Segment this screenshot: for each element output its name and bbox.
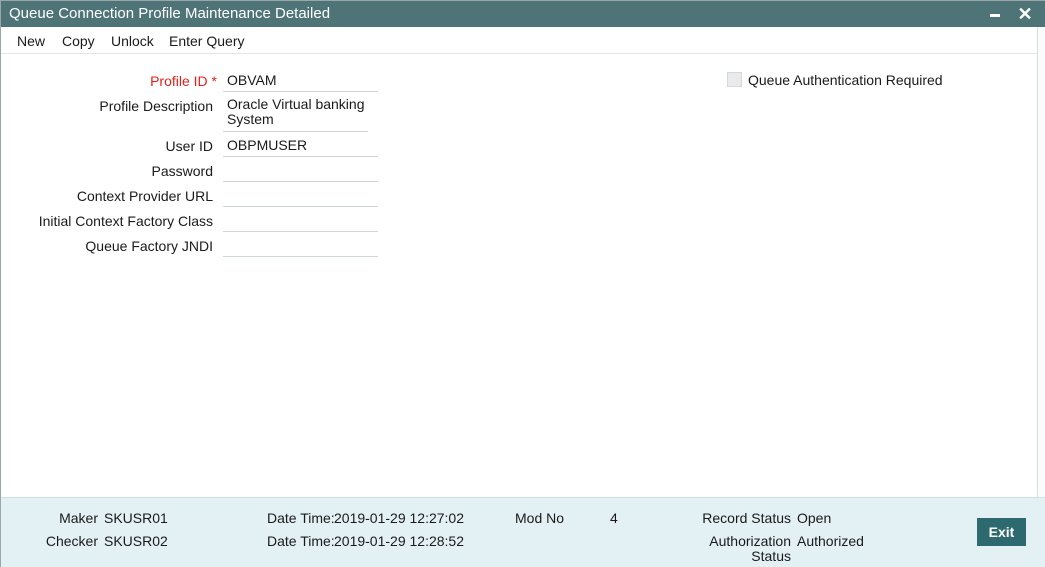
profile-description-field[interactable]: Oracle Virtual banking System	[223, 97, 368, 132]
queue-factory-jndi-field[interactable]	[223, 237, 378, 257]
maker-datetime-value: 2019-01-29 12:27:02	[334, 510, 464, 526]
minimize-icon[interactable]	[984, 3, 1006, 25]
copy-button[interactable]: Copy	[62, 33, 95, 49]
title-bar: Queue Connection Profile Maintenance Det…	[1, 1, 1045, 27]
audit-footer: Maker SKUSR01 Checker SKUSR02 Date Time:…	[1, 497, 1045, 567]
password-label: Password	[151, 163, 213, 179]
record-status-value: Open	[797, 510, 832, 526]
maker-value: SKUSR01	[104, 510, 168, 526]
authorization-status-label-line2: Status	[751, 548, 791, 564]
authorization-status-value: Authorized	[797, 533, 864, 549]
record-status-label: Record Status	[702, 510, 791, 526]
user-id-field[interactable]: OBPMUSER	[223, 137, 378, 157]
maintenance-window: Queue Connection Profile Maintenance Det…	[0, 0, 1045, 567]
mod-no-value: 4	[610, 510, 618, 526]
queue-auth-required-checkbox[interactable]	[727, 72, 742, 87]
window-title: Queue Connection Profile Maintenance Det…	[9, 5, 331, 22]
enter-query-button[interactable]: Enter Query	[169, 33, 244, 49]
queue-factory-jndi-label: Queue Factory JNDI	[85, 238, 213, 254]
context-provider-url-field[interactable]	[223, 187, 378, 207]
checker-label: Checker	[45, 533, 98, 549]
checker-datetime-label: Date Time:	[267, 533, 335, 549]
checker-datetime-value: 2019-01-29 12:28:52	[334, 533, 464, 549]
profile-id-field[interactable]: OBVAM	[223, 72, 378, 92]
queue-auth-required-label: Queue Authentication Required	[748, 72, 943, 88]
context-provider-url-label: Context Provider URL	[76, 188, 213, 204]
new-button[interactable]: New	[17, 33, 45, 49]
close-icon[interactable]: ✕	[1014, 3, 1036, 25]
profile-id-label: Profile ID *	[150, 73, 217, 89]
maker-label: Maker	[59, 510, 98, 526]
authorization-status-label-line1: Authorization	[709, 533, 791, 549]
profile-description-label: Profile Description	[99, 98, 213, 114]
initial-context-factory-class-label: Initial Context Factory Class	[38, 213, 213, 229]
initial-context-factory-class-field[interactable]	[223, 212, 378, 232]
vertical-scrollbar[interactable]	[1037, 27, 1045, 497]
password-field[interactable]	[223, 162, 378, 182]
toolbar: New Copy Unlock Enter Query	[1, 27, 1045, 54]
user-id-label: User ID	[165, 138, 213, 154]
mod-no-label: Mod No	[515, 510, 565, 526]
unlock-button[interactable]: Unlock	[111, 33, 154, 49]
exit-button[interactable]: Exit	[977, 518, 1026, 546]
checker-value: SKUSR02	[104, 533, 168, 549]
maker-datetime-label: Date Time:	[267, 510, 335, 526]
